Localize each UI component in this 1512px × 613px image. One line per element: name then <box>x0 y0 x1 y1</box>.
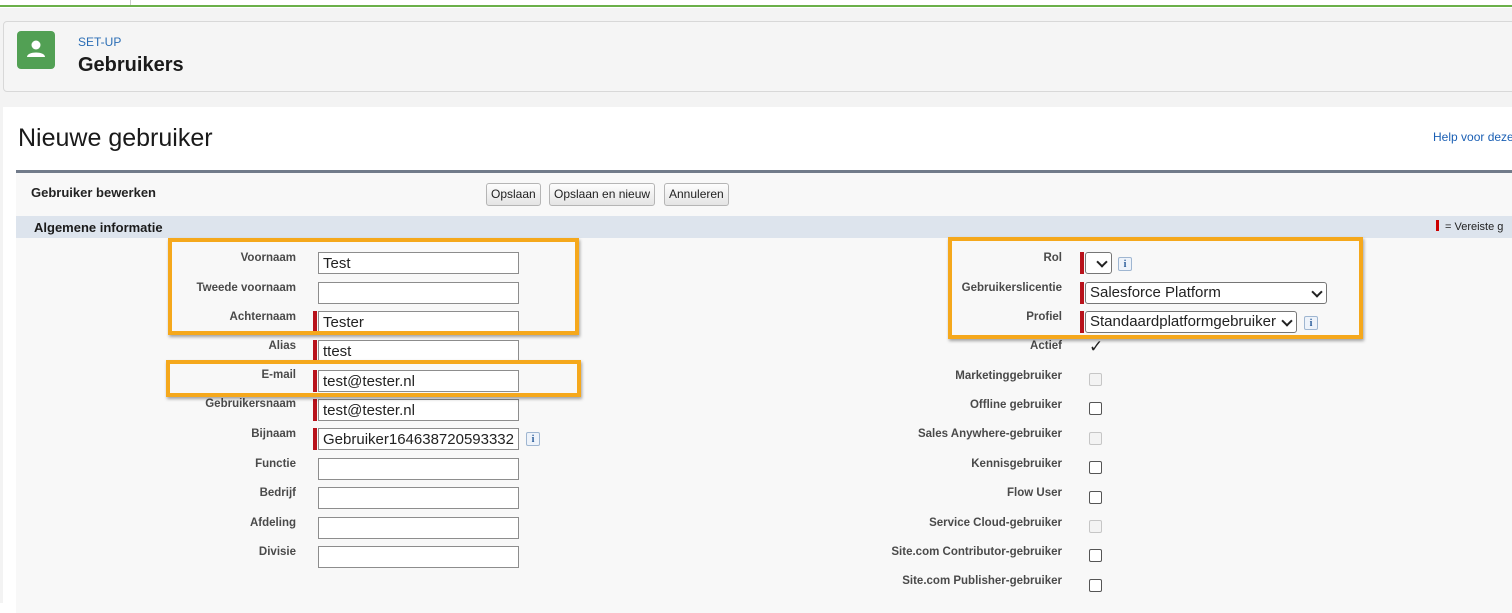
knowledge-checkbox[interactable] <box>1089 461 1102 474</box>
active-label: Actief <box>1030 340 1062 352</box>
function-input[interactable] <box>318 458 519 480</box>
department-input[interactable] <box>318 517 519 539</box>
alias-input[interactable] <box>318 340 519 362</box>
required-legend: = Vereiste g <box>1436 220 1503 233</box>
edit-block-title: Gebruiker bewerken <box>31 185 156 200</box>
user-icon <box>17 31 55 69</box>
knowledge-label: Kennisgebruiker <box>971 458 1062 470</box>
marketing-checkbox <box>1089 373 1102 386</box>
function-label: Functie <box>255 458 296 470</box>
page-title: Nieuwe gebruiker <box>18 124 213 152</box>
help-link[interactable]: Help voor deze <box>1433 130 1512 144</box>
alias-label: Alias <box>268 340 297 352</box>
required-indicator <box>313 428 317 450</box>
company-label: Bedrijf <box>259 487 296 499</box>
username-input[interactable] <box>318 399 519 421</box>
main-panel: Nieuwe gebruiker Help voor deze Gebruike… <box>3 107 1512 613</box>
sales-anywhere-checkbox <box>1089 432 1102 445</box>
required-indicator <box>313 399 317 421</box>
division-label: Divisie <box>258 546 296 558</box>
offline-label: Offline gebruiker <box>969 399 1062 411</box>
save-button[interactable]: Opslaan <box>486 183 541 206</box>
highlight-name-fields <box>168 238 579 335</box>
highlight-email-field <box>166 360 581 397</box>
setup-header: SET-UP Gebruikers <box>3 21 1512 92</box>
username-label: Gebruikersnaam <box>205 398 296 410</box>
required-indicator <box>313 340 317 362</box>
required-marker <box>1436 220 1439 231</box>
checkmark-icon[interactable]: ✓ <box>1089 337 1103 357</box>
service-cloud-label: Service Cloud-gebruiker <box>929 517 1062 529</box>
nickname-label: Bijnaam <box>251 428 296 440</box>
marketing-label: Marketinggebruiker <box>955 370 1062 382</box>
sales-anywhere-label: Sales Anywhere-gebruiker <box>917 428 1062 440</box>
site-contributor-checkbox[interactable] <box>1089 549 1102 562</box>
company-input[interactable] <box>318 487 519 509</box>
header-title: Gebruikers <box>78 54 184 76</box>
save-and-new-button[interactable]: Opslaan en nieuw <box>549 183 656 206</box>
offline-checkbox[interactable] <box>1089 402 1102 415</box>
nickname-input[interactable] <box>318 428 519 450</box>
site-publisher-checkbox[interactable] <box>1089 579 1102 592</box>
highlight-role-license-profile <box>948 237 1363 339</box>
accent-line <box>0 5 1512 7</box>
site-contributor-label: Site.com Contributor-gebruiker <box>891 546 1062 558</box>
nickname-info-icon[interactable]: i <box>526 432 540 446</box>
required-legend-text: = Vereiste g <box>1445 221 1504 233</box>
cancel-button[interactable]: Annuleren <box>664 183 729 206</box>
flow-user-checkbox[interactable] <box>1089 491 1102 504</box>
top-bar <box>0 0 1512 8</box>
section-title: Algemene informatie <box>34 220 163 235</box>
site-publisher-label: Site.com Publisher-gebruiker <box>902 575 1062 587</box>
section-bar: Algemene informatie = Vereiste g <box>16 216 1512 238</box>
department-label: Afdeling <box>250 517 296 529</box>
flow-user-label: Flow User <box>1007 487 1062 499</box>
service-cloud-checkbox <box>1089 520 1102 533</box>
division-input[interactable] <box>318 546 519 568</box>
breadcrumb[interactable]: SET-UP <box>78 35 121 49</box>
